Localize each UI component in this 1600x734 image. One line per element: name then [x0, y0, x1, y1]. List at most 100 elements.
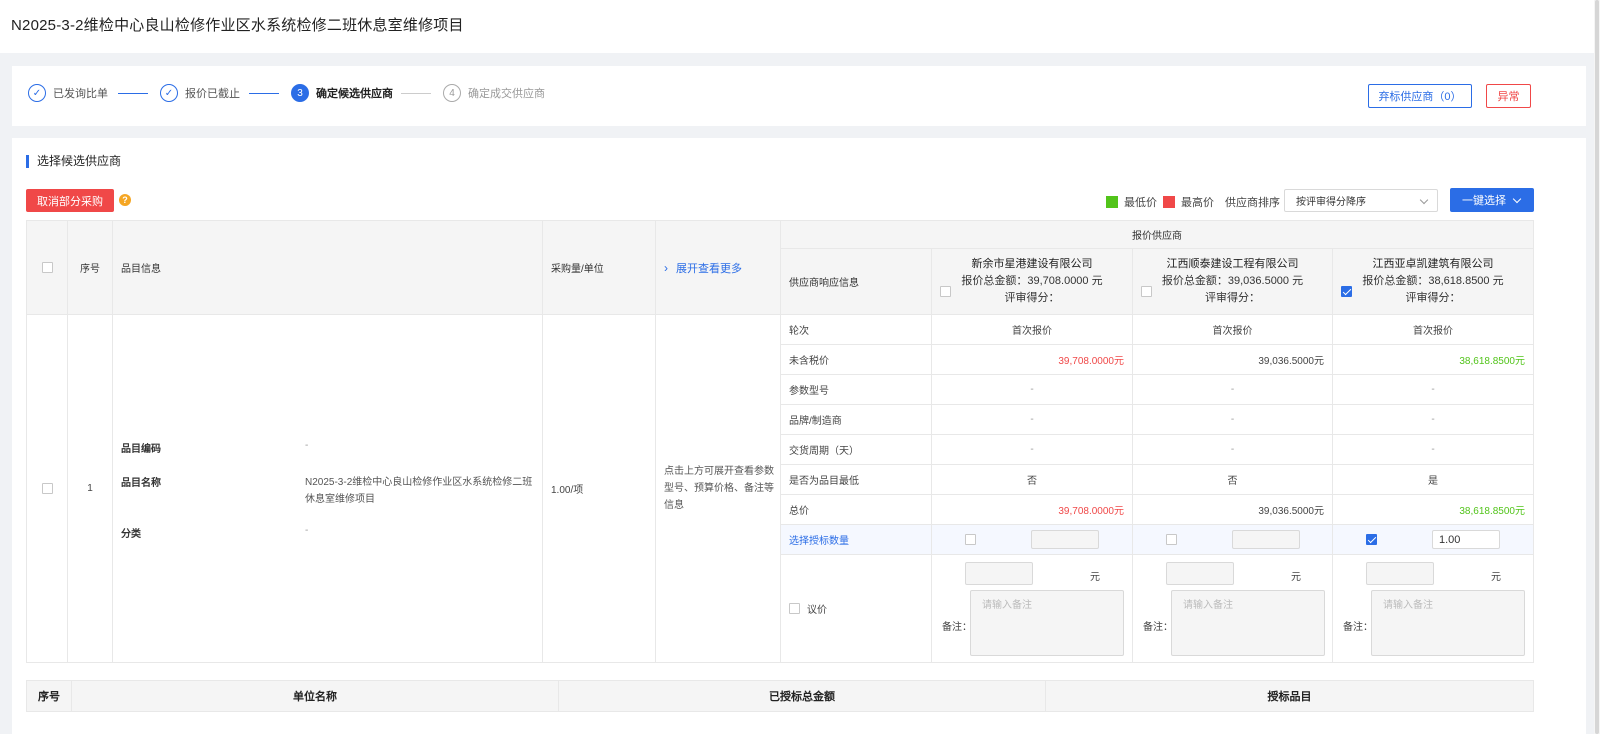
- row-select-cell: [26, 315, 68, 663]
- exception-button[interactable]: 异常: [1486, 84, 1531, 108]
- yuan-unit: 元: [1090, 572, 1100, 583]
- supplier-score: 评审得分：: [1205, 292, 1260, 304]
- attr-row-value: 首次报价: [932, 315, 1133, 345]
- candidate-selection-card: 选择候选供应商 取消部分采购 ? 最低价 最高价 供应商排序 按评审得分降序 一…: [12, 138, 1586, 734]
- expand-more-label: 展开查看更多: [676, 262, 742, 275]
- attr-row-value: 首次报价: [1333, 315, 1534, 345]
- attr-row-label: 参数型号: [781, 375, 932, 405]
- attr-row-value: 首次报价: [1133, 315, 1333, 345]
- summary-header-awarded-total: 已授标总金额: [559, 680, 1046, 712]
- step-final: 4 确定成交供应商: [443, 83, 545, 103]
- page-title: N2025-3-2维检中心良山检修作业区水系统检修二班休息室维修项目: [11, 17, 464, 34]
- chevron-down-icon: [1419, 195, 1429, 205]
- select-all-checkbox[interactable]: [41, 262, 53, 273]
- attr-row-value: 38,618.8500元: [1333, 345, 1534, 375]
- attr-row-value: 38,618.8500元: [1333, 495, 1534, 525]
- check-icon: ✓: [28, 84, 46, 102]
- negotiate-price-input[interactable]: [1366, 562, 1434, 585]
- negotiate-cell: 议价: [781, 555, 932, 663]
- step-connector: [401, 93, 431, 94]
- supplier-sort-select[interactable]: 按评审得分降序: [1284, 189, 1438, 212]
- supplier-checkbox[interactable]: [940, 286, 951, 297]
- remark-textarea[interactable]: 请输入备注: [1171, 590, 1325, 656]
- step-candidate: 3 确定候选供应商: [291, 83, 393, 103]
- negotiate-price-input[interactable]: [1166, 562, 1234, 585]
- award-checkbox[interactable]: [1166, 534, 1177, 545]
- expand-hint-cell: 点击上方可展开查看参数型号、预算价格、备注等信息: [656, 315, 781, 663]
- supplier-header-3: 江西亚卓凯建筑有限公司 报价总金额：38,618.8500 元 评审得分：: [1333, 249, 1534, 315]
- award-checkbox[interactable]: [965, 534, 976, 545]
- attr-row-value: 39,036.5000元: [1133, 495, 1333, 525]
- attr-row-value: 否: [932, 465, 1133, 495]
- attr-row-value: -: [1333, 375, 1534, 405]
- attr-row-value: -: [932, 405, 1133, 435]
- sort-select-value: 按评审得分降序: [1296, 197, 1366, 208]
- attr-row-value: -: [1133, 435, 1333, 465]
- header-quote-suppliers: 报价供应商: [781, 220, 1534, 249]
- one-click-select-button[interactable]: 一键选择: [1450, 188, 1534, 212]
- summary-header-awarded-items: 授标品目: [1046, 680, 1534, 712]
- item-name-label: 品目名称: [121, 478, 161, 489]
- remark-textarea[interactable]: 请输入备注: [970, 590, 1124, 656]
- attr-row-label: 是否为品目最低: [781, 465, 932, 495]
- step-number: 3: [291, 84, 309, 102]
- negotiate-checkbox[interactable]: [789, 603, 800, 614]
- abandoned-suppliers-button[interactable]: 弃标供应商（0）: [1368, 84, 1472, 108]
- supplier-name: 江西顺泰建设工程有限公司: [1166, 258, 1299, 270]
- attr-row-label: 未含税价: [781, 345, 932, 375]
- section-title: 选择候选供应商: [26, 155, 121, 168]
- row-seq: 1: [68, 315, 113, 663]
- attr-row-label: 交货周期（天）: [781, 435, 932, 465]
- negotiate-cell-3: 元 备注： 请输入备注: [1333, 555, 1534, 663]
- remark-label: 备注：: [1143, 622, 1173, 633]
- attr-row-value: -: [932, 375, 1133, 405]
- legend-lowest: 最低价: [1106, 194, 1157, 210]
- item-category-label: 分类: [121, 529, 141, 540]
- remark-label: 备注：: [942, 622, 972, 633]
- step-connector: [118, 93, 148, 94]
- top-bar: N2025-3-2维检中心良山检修作业区水系统检修二班休息室维修项目: [0, 0, 1594, 53]
- header-seq: 序号: [68, 220, 113, 315]
- negotiate-price-input[interactable]: [965, 562, 1033, 585]
- item-category-value: -: [305, 525, 309, 536]
- item-code-value: -: [305, 440, 309, 451]
- remark-textarea[interactable]: 请输入备注: [1371, 590, 1525, 656]
- supplier-checkbox[interactable]: [1341, 286, 1352, 297]
- expand-more-link[interactable]: › 展开查看更多: [656, 220, 781, 315]
- supplier-name: 江西亚卓凯建筑有限公司: [1372, 258, 1494, 270]
- chevron-right-icon: ›: [664, 260, 668, 275]
- item-info-cell: 品目编码 - 品目名称 N2025-3-2维检中心良山检修作业区水系统检修二班休…: [113, 315, 543, 663]
- award-qty-cell-2: [1133, 525, 1333, 555]
- yuan-unit: 元: [1491, 572, 1501, 583]
- row-checkbox[interactable]: [41, 483, 53, 494]
- supplier-checkbox[interactable]: [1141, 286, 1152, 297]
- scrollbar-thumb[interactable]: [1595, 0, 1599, 734]
- qty-unit-cell: 1.00/项: [543, 315, 656, 663]
- step-sent: ✓ 已发询比单: [28, 83, 108, 103]
- supplier-total: 报价总金额：38,618.8500 元: [1362, 275, 1504, 287]
- item-code-label: 品目编码: [121, 444, 161, 455]
- award-checkbox[interactable]: [1366, 534, 1377, 545]
- step-label: 确定候选供应商: [316, 88, 393, 100]
- supplier-score: 评审得分：: [1004, 292, 1060, 304]
- award-qty-input[interactable]: [1031, 530, 1099, 549]
- attr-row-value: -: [1333, 405, 1534, 435]
- award-qty-input[interactable]: [1232, 530, 1300, 549]
- supplier-header-1: 新余市星港建设有限公司 报价总金额：39,708.0000 元 评审得分：: [932, 249, 1133, 315]
- red-swatch-icon: [1163, 196, 1175, 208]
- cancel-partial-purchase-button[interactable]: 取消部分采购: [26, 189, 114, 212]
- award-qty-cell-1: [932, 525, 1133, 555]
- green-swatch-icon: [1106, 196, 1118, 208]
- legend-highest: 最高价: [1163, 194, 1214, 210]
- page-scrollbar[interactable]: [1594, 0, 1600, 734]
- one-click-label: 一键选择: [1462, 195, 1506, 207]
- help-icon[interactable]: ?: [119, 194, 131, 206]
- award-qty-label: 选择授标数量: [781, 525, 932, 555]
- attr-row-value: 39,708.0000元: [932, 345, 1133, 375]
- attr-row-value: -: [1133, 405, 1333, 435]
- attr-row-value: 39,036.5000元: [1133, 345, 1333, 375]
- award-qty-input[interactable]: 1.00: [1432, 530, 1500, 549]
- step-closed: ✓ 报价已截止: [160, 83, 240, 103]
- sort-label: 供应商排序: [1225, 197, 1280, 209]
- attr-row-value: -: [1333, 435, 1534, 465]
